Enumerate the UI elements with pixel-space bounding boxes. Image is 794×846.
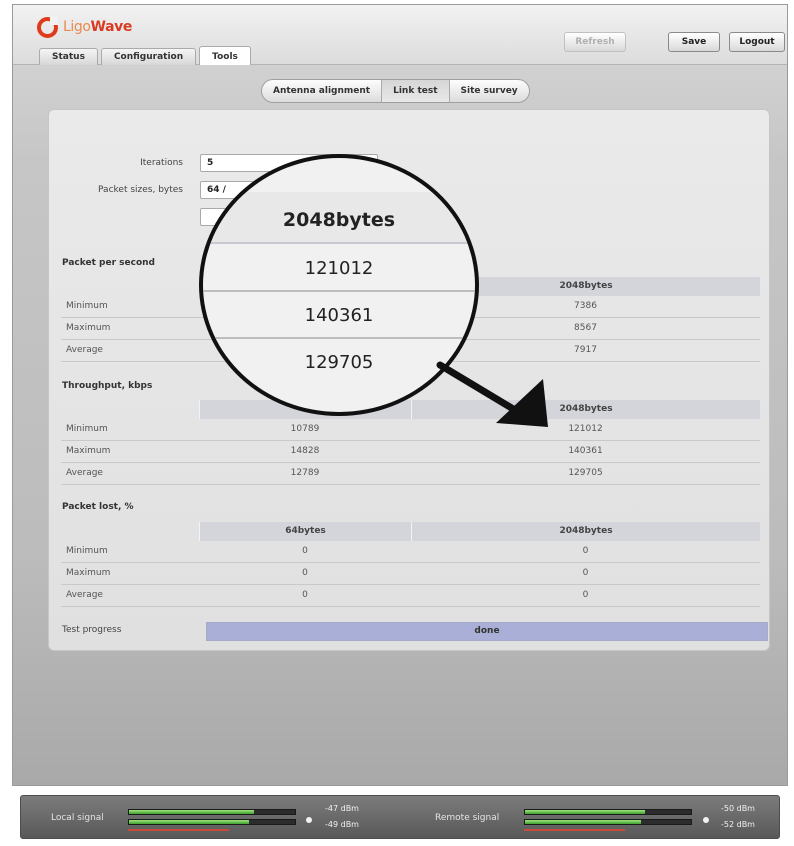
callout-arrow-icon (436, 361, 548, 427)
